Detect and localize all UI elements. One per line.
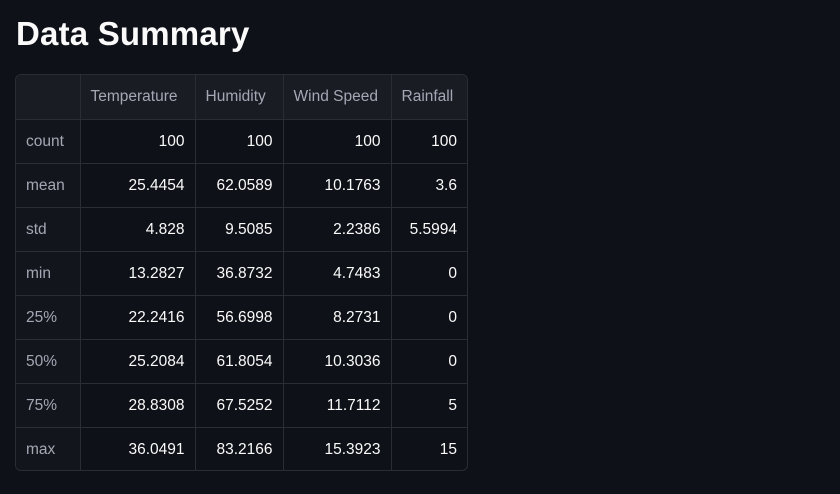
table-row: min 13.2827 36.8732 4.7483 0 — [16, 251, 467, 296]
table-cell[interactable]: 9.5085 — [195, 207, 284, 252]
table-cell[interactable]: 13.2827 — [80, 251, 196, 296]
table-cell[interactable]: 15 — [391, 428, 467, 471]
table-cell[interactable]: 2.2386 — [283, 207, 392, 252]
table-cell[interactable]: 28.8308 — [80, 383, 196, 428]
table-row: std 4.828 9.5085 2.2386 5.5994 — [16, 207, 467, 252]
table-cell[interactable]: 10.3036 — [283, 339, 392, 384]
row-label: count — [16, 119, 81, 164]
table-cell[interactable]: 5.5994 — [391, 207, 467, 252]
table-cell[interactable]: 62.0589 — [195, 163, 284, 208]
row-label: std — [16, 207, 81, 252]
table-cell[interactable]: 36.8732 — [195, 251, 284, 296]
column-header-rainfall[interactable]: Rainfall — [391, 75, 467, 120]
table-cell[interactable]: 0 — [391, 339, 467, 384]
column-header-humidity[interactable]: Humidity — [195, 75, 284, 120]
table-row: 50% 25.2084 61.8054 10.3036 0 — [16, 339, 467, 384]
row-label: min — [16, 251, 81, 296]
table-cell[interactable]: 10.1763 — [283, 163, 392, 208]
column-header-temperature[interactable]: Temperature — [80, 75, 196, 120]
table-cell[interactable]: 56.6998 — [195, 295, 284, 340]
table-cell[interactable]: 3.6 — [391, 163, 467, 208]
page-title: Data Summary — [16, 15, 250, 52]
row-label: max — [16, 427, 81, 470]
summary-table: Temperature Humidity Wind Speed Rainfall… — [16, 75, 467, 471]
table-cell[interactable]: 100 — [80, 119, 196, 164]
table-cell[interactable]: 8.2731 — [283, 295, 392, 340]
table-cell[interactable]: 22.2416 — [80, 295, 196, 340]
table-cell[interactable]: 0 — [391, 295, 467, 340]
column-header-index — [16, 75, 81, 120]
data-summary-table[interactable]: Temperature Humidity Wind Speed Rainfall… — [15, 74, 468, 471]
table-cell[interactable]: 83.2166 — [195, 427, 284, 470]
row-label: 75% — [16, 383, 81, 428]
table-cell[interactable]: 36.0491 — [80, 427, 196, 470]
table-cell[interactable]: 0 — [391, 251, 467, 296]
table-cell[interactable]: 67.5252 — [195, 383, 284, 428]
table-row: count 100 100 100 100 — [16, 119, 467, 164]
table-cell[interactable]: 61.8054 — [195, 339, 284, 384]
table-cell[interactable]: 4.7483 — [283, 251, 392, 296]
row-label: 50% — [16, 339, 81, 384]
table-cell[interactable]: 25.4454 — [80, 163, 196, 208]
table-header-row: Temperature Humidity Wind Speed Rainfall — [16, 75, 467, 120]
table-cell[interactable]: 25.2084 — [80, 339, 196, 384]
table-cell[interactable]: 11.7112 — [283, 383, 392, 428]
table-row: max 36.0491 83.2166 15.3923 15 — [16, 427, 467, 471]
table-cell[interactable]: 15.3923 — [283, 427, 392, 470]
table-cell[interactable]: 100 — [391, 119, 467, 164]
row-label: mean — [16, 163, 81, 208]
table-row: 25% 22.2416 56.6998 8.2731 0 — [16, 295, 467, 340]
table-cell[interactable]: 100 — [195, 119, 284, 164]
table-cell[interactable]: 4.828 — [80, 207, 196, 252]
table-row: mean 25.4454 62.0589 10.1763 3.6 — [16, 163, 467, 208]
page: Data Summary Temperature Humidity Wind S… — [0, 0, 840, 494]
row-label: 25% — [16, 295, 81, 340]
table-row: 75% 28.8308 67.5252 11.7112 5 — [16, 383, 467, 428]
table-cell[interactable]: 100 — [283, 119, 392, 164]
table-cell[interactable]: 5 — [391, 383, 467, 428]
column-header-wind-speed[interactable]: Wind Speed — [283, 75, 392, 120]
